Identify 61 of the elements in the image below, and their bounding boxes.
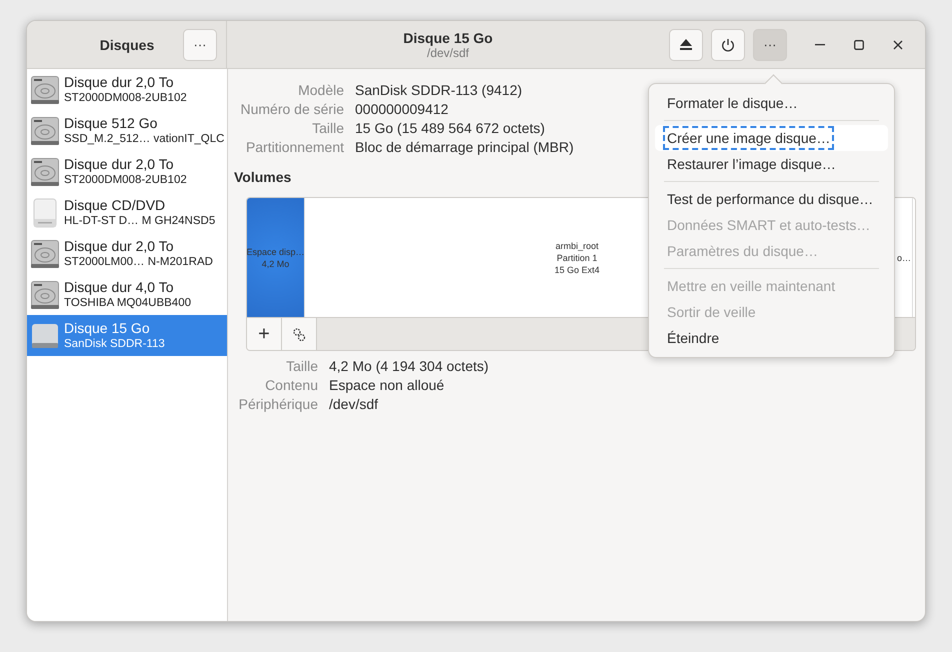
settings-button[interactable] [282,318,317,350]
info-label: Modèle [297,81,344,99]
info-label: Contenu [264,376,318,394]
info-value: Bloc de démarrage principal (MBR) [355,138,574,156]
disk-list-item[interactable]: Disque dur 2,0 To ST2000LM00… N-M201RAD [27,233,227,274]
disk-list-item[interactable]: Disque CD/DVD HL-DT-ST D… M GH24NSD5 [27,192,227,233]
disk-model: TOSHIBA MQ04UBB400 [64,296,191,311]
close-icon [893,40,903,50]
segment-label: Espace disp… [247,246,305,258]
disk-model: ST2000DM008-2UB102 [64,91,187,106]
window-title: Disque 15 Go [403,30,493,46]
disk-list-item[interactable]: Disque 15 Go SanDisk SDDR-113 [27,315,227,356]
info-value: 000000009412 [355,100,450,118]
eject-button[interactable] [669,28,703,60]
disk-name: Disque CD/DVD [64,196,166,214]
sidebar-title: Disques [98,36,156,52]
gears-icon [292,326,306,342]
menu-item[interactable]: Éteindre [655,325,888,351]
eject-icon [680,39,692,50]
menu-item[interactable]: Restaurer l’image disque… [655,151,888,177]
info-value: 15 Go (15 489 564 672 octets) [355,119,546,137]
segment-label: 15 Go Ext4 [554,264,600,276]
info-value: Espace non alloué [329,376,446,394]
section-title: Volumes [234,169,292,185]
disk-list-item[interactable]: Disque 512 Go SSD_M.2_512… vationIT_QLC [27,110,227,151]
disk-name: Disque 15 Go [64,319,151,337]
segment-label: 4,2 Mo [262,258,290,270]
disk-model: ST2000DM008-2UB102 [64,173,187,188]
disk-list-item[interactable]: Disque dur 2,0 To ST2000DM008-2UB102 [27,151,227,192]
info-label: Périphérique [238,395,318,413]
info-value: SanDisk SDDR-113 (9412) [355,81,524,99]
power-icon [721,38,735,52]
segment-label: armbi_root [555,240,599,252]
disk-name: Disque dur 2,0 To [64,73,174,91]
disk-name: Disque 512 Go [64,114,158,132]
info-label: Taille [311,119,344,137]
info-value: 4,2 Mo (4 194 304 octets) [329,357,489,375]
disk-model: HL-DT-ST D… M GH24NSD5 [64,214,216,229]
segment-label: o… [896,252,911,264]
disk-name: Disque dur 2,0 To [64,237,174,255]
disk-name: Disque dur 4,0 To [64,278,174,296]
disk-list-item[interactable]: Disque dur 4,0 To TOSHIBA MQ04UBB400 [27,274,227,315]
disk-model: SSD_M.2_512… vationIT_QLC [64,132,224,147]
menu-item[interactable]: Formater le disque… [655,90,888,116]
info-value: /dev/sdf [329,395,380,413]
menu-item[interactable]: Créer une image disque… [655,125,888,151]
segment-label: Partition 1 [556,252,598,264]
disk-list-item[interactable]: Disque dur 2,0 To ST2000DM008-2UB102 [27,69,227,110]
add-partition-button[interactable]: + [247,318,282,350]
disk-model: SanDisk SDDR-113 [64,337,165,352]
info-label: Numéro de série [240,100,344,118]
power-button[interactable] [711,28,745,60]
minimize-icon [815,44,825,46]
disk-name: Disque dur 2,0 To [64,155,174,173]
info-label: Taille [285,357,318,375]
menu-button[interactable]: ··· [183,28,217,60]
maximize-icon [854,40,864,50]
menu-button[interactable]: ··· [753,28,787,60]
window-subtitle: /dev/sdf [426,46,470,60]
disk-model: ST2000LM00… N-M201RAD [64,255,213,270]
info-label: Partitionnement [244,138,344,156]
